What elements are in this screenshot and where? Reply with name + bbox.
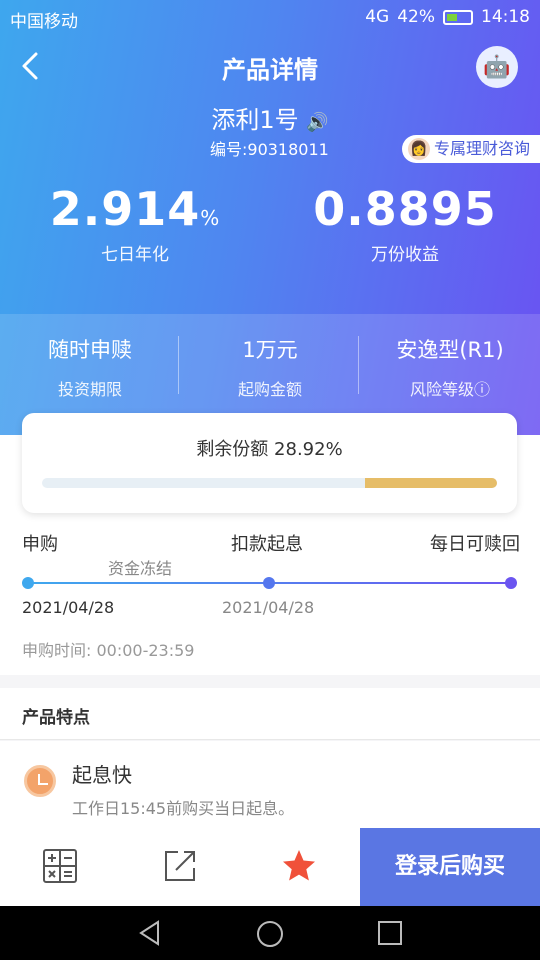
date-interest: 2021/04/28	[222, 598, 315, 617]
info-label: 投资期限	[57, 380, 122, 399]
info-min-amount: 1万元 起购金额	[180, 334, 360, 400]
timeline	[22, 577, 517, 589]
speaker-icon[interactable]: 🔊	[306, 112, 328, 133]
remaining-share-fill	[365, 478, 497, 488]
info-value: 安逸型(R1)	[396, 338, 504, 362]
step-redeem: 每日可赎回	[430, 534, 520, 555]
bottom-action-bar: 登录后购买	[0, 828, 540, 906]
timeline-dot	[263, 577, 275, 589]
timeline-dot	[22, 577, 34, 589]
recent-apps-icon[interactable]	[376, 919, 404, 947]
info-risk[interactable]: 安逸型(R1) 风险等级ⓘ	[360, 334, 540, 400]
metric-income: 0.8895 万份收益	[270, 182, 540, 265]
product-name: 添利1号	[211, 106, 299, 134]
product-header: 中国移动 4G 42% 14:18 产品详情 🤖 添利1号 🔊 编号:90318…	[0, 0, 540, 435]
info-label: 风险等级ⓘ	[409, 380, 490, 399]
step-interest: 扣款起息	[231, 534, 303, 555]
remaining-share-text: 剩余份额 28.92%	[196, 439, 343, 460]
page-title: 产品详情	[222, 56, 318, 84]
subscribe-time: 申购时间: 00:00-23:59	[22, 641, 195, 660]
metric-unit: %	[200, 206, 221, 230]
freeze-label: 资金冻结	[108, 559, 173, 578]
feature-desc: 工作日15:45前购买当日起息。	[72, 799, 295, 818]
nav-bar: 产品详情 🤖	[0, 40, 540, 92]
home-circle-icon[interactable]	[255, 919, 285, 949]
remaining-share-bar	[42, 478, 497, 488]
consult-button[interactable]: 👩 专属理财咨询	[401, 135, 540, 163]
remaining-share-card: 剩余份额 28.92%	[22, 413, 517, 513]
divider	[358, 336, 359, 394]
metric-value: 2.914	[49, 182, 201, 236]
features-title: 产品特点	[22, 708, 90, 728]
clock-label: 14:18	[481, 7, 530, 27]
features-header: 产品特点	[0, 688, 540, 740]
metric-label: 万份收益	[371, 245, 439, 265]
alarm-clock-icon	[24, 765, 56, 797]
status-bar: 中国移动 4G 42% 14:18	[0, 0, 540, 36]
product-name-row: 添利1号 🔊	[0, 100, 540, 135]
timeline-dot	[505, 577, 517, 589]
system-nav-bar	[0, 906, 540, 960]
feature-item: 起息快 工作日15:45前购买当日起息。	[0, 741, 540, 828]
step-subscribe: 申购	[22, 534, 58, 555]
consult-label: 专属理财咨询	[433, 139, 530, 158]
battery-label: 42%	[397, 7, 435, 27]
star-icon[interactable]	[281, 848, 317, 884]
info-value: 1万元	[242, 338, 298, 362]
info-value: 随时申赎	[48, 338, 132, 362]
login-to-buy-button[interactable]: 登录后购买	[360, 828, 540, 906]
product-code: 编号:90318011	[210, 140, 329, 159]
metric-value: 0.8895	[313, 182, 497, 236]
divider	[178, 336, 179, 394]
info-term: 随时申赎 投资期限	[0, 334, 180, 400]
battery-icon	[443, 9, 473, 25]
calculator-icon[interactable]	[42, 848, 78, 884]
share-icon[interactable]	[162, 848, 198, 884]
network-label: 4G	[365, 7, 390, 27]
back-triangle-icon[interactable]	[136, 919, 164, 947]
carrier-label: 中国移动	[10, 12, 78, 32]
info-label: 起购金额	[237, 380, 302, 399]
robot-icon[interactable]: 🤖	[476, 46, 518, 88]
date-subscribe: 2021/04/28	[22, 598, 115, 617]
metric-label: 七日年化	[101, 245, 169, 265]
advisor-avatar: 👩	[407, 138, 430, 160]
feature-name: 起息快	[72, 763, 132, 787]
metric-annualized: 2.914% 七日年化	[0, 182, 270, 265]
